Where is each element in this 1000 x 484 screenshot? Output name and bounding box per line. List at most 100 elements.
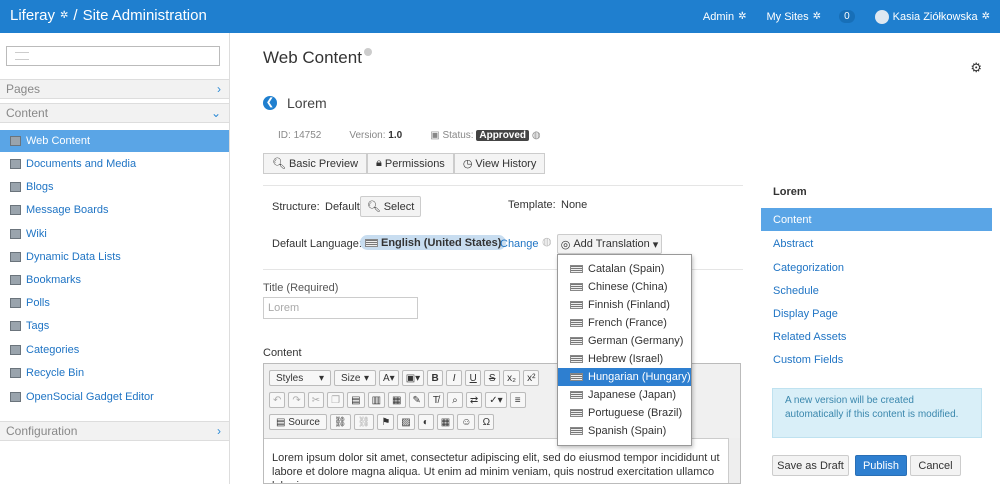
- my-sites-menu-icon[interactable]: ✲: [813, 11, 821, 22]
- underline-button[interactable]: U: [465, 370, 482, 386]
- smiley-icon[interactable]: ☺: [457, 414, 476, 430]
- sidebar-item-bookmarks[interactable]: Bookmarks: [0, 269, 229, 291]
- sidebar-item-blogs[interactable]: Blogs: [0, 176, 229, 198]
- redo-icon[interactable]: ↷: [288, 392, 305, 408]
- anchor-flag-icon[interactable]: ⚑: [377, 414, 395, 430]
- select-structure-button[interactable]: 🔍︎ Select: [360, 196, 421, 217]
- image-icon[interactable]: ▨: [397, 414, 415, 430]
- sidebar-section-content[interactable]: Content ⌄: [0, 103, 229, 123]
- my-sites-label[interactable]: My Sites: [766, 11, 808, 23]
- admin-menu-icon[interactable]: ✲: [738, 11, 746, 22]
- nav-item-abstract[interactable]: Abstract: [761, 232, 992, 255]
- title-input[interactable]: Lorem: [263, 297, 418, 319]
- sidebar-item-wiki[interactable]: Wiki: [0, 223, 229, 245]
- cut-icon[interactable]: ✂: [307, 392, 325, 408]
- source-button[interactable]: ▤ Source: [269, 414, 327, 430]
- admin-label[interactable]: Admin: [703, 11, 734, 23]
- translation-option-french[interactable]: French (France): [558, 314, 691, 332]
- sidebar-search-input[interactable]: [6, 46, 220, 66]
- translation-option-chinese[interactable]: Chinese (China): [558, 278, 691, 296]
- replace-icon[interactable]: ⇄: [465, 392, 483, 408]
- paste-text-icon[interactable]: ▥: [367, 392, 386, 408]
- strikethrough-button[interactable]: S: [484, 370, 501, 386]
- cancel-button[interactable]: Cancel: [910, 455, 961, 476]
- superscript-button[interactable]: x²: [523, 370, 540, 386]
- special-char-icon[interactable]: Ω: [478, 414, 495, 430]
- brand-name[interactable]: Liferay: [10, 7, 55, 24]
- translation-option-portuguese[interactable]: Portuguese (Brazil): [558, 404, 691, 422]
- nav-item-categorization[interactable]: Categorization: [761, 256, 992, 279]
- permissions-button[interactable]: 🔒︎ Permissions: [367, 153, 454, 174]
- editor-text-line[interactable]: labore et dolore magna aliqua. Ut enim a…: [272, 465, 722, 483]
- translation-option-finnish[interactable]: Finnish (Finland): [558, 296, 691, 314]
- save-as-draft-button[interactable]: Save as Draft: [772, 455, 849, 476]
- copy-icon[interactable]: ❐: [327, 392, 345, 408]
- nav-item-custom-fields[interactable]: Custom Fields: [761, 348, 992, 371]
- sidebar-item-polls[interactable]: Polls: [0, 292, 229, 314]
- nav-item-label: Display Page: [773, 307, 838, 320]
- sidebar-item-documents-and-media[interactable]: Documents and Media: [0, 153, 229, 175]
- paste-icon[interactable]: ▤: [347, 392, 365, 408]
- bold-button[interactable]: B: [427, 370, 444, 386]
- avatar[interactable]: [874, 9, 889, 24]
- translation-option-german[interactable]: German (Germany): [558, 332, 691, 350]
- status-help-icon[interactable]: ◍: [532, 130, 541, 141]
- help-icon[interactable]: [363, 48, 372, 56]
- undo-icon[interactable]: ↶: [269, 392, 286, 408]
- link-icon[interactable]: ⛓: [329, 414, 351, 430]
- align-icon[interactable]: ≡: [509, 392, 526, 408]
- language-help-icon[interactable]: ◍: [542, 235, 552, 248]
- italic-button[interactable]: I: [446, 370, 463, 386]
- brand-menu-icon[interactable]: ✲: [60, 10, 68, 21]
- background-color-button[interactable]: ▣▾: [401, 370, 425, 386]
- sidebar-section-configuration[interactable]: Configuration ›: [0, 421, 229, 441]
- flash-icon[interactable]: ◐: [417, 414, 434, 430]
- nav-item-display-page[interactable]: Display Page: [761, 302, 992, 325]
- nav-item-related-assets[interactable]: Related Assets: [761, 325, 992, 348]
- admin-menu[interactable]: Admin ✲: [703, 11, 747, 23]
- spellcheck-icon[interactable]: ✓▾: [485, 392, 507, 408]
- sidebar-item-message-boards[interactable]: Message Boards: [0, 199, 229, 221]
- user-name[interactable]: Kasia Ziółkowska: [893, 11, 978, 23]
- basic-preview-button[interactable]: 🔍︎ Basic Preview: [263, 153, 368, 174]
- size-dropdown[interactable]: Size ▾: [334, 370, 376, 386]
- find-icon[interactable]: ⌕: [446, 392, 463, 408]
- user-menu-icon[interactable]: ✲: [982, 11, 990, 22]
- table-icon[interactable]: ▦: [436, 414, 455, 430]
- sidebar-item-web-content[interactable]: Web Content: [0, 130, 229, 152]
- sidebar-item-tags[interactable]: Tags: [0, 315, 229, 337]
- translation-option-japanese[interactable]: Japanese (Japan): [558, 386, 691, 404]
- translation-option-catalan[interactable]: Catalan (Spain): [558, 260, 691, 278]
- nav-item-content[interactable]: Content: [761, 208, 992, 231]
- title-value[interactable]: Lorem: [268, 302, 299, 314]
- editor-text-line[interactable]: Lorem ipsum dolor sit amet, consectetur …: [272, 451, 722, 465]
- translation-option-hebrew[interactable]: Hebrew (Israel): [558, 350, 691, 368]
- change-language-link[interactable]: Change: [500, 238, 539, 250]
- site-administration-title[interactable]: Site Administration: [83, 7, 207, 24]
- brand[interactable]: Liferay ✲ / Site Administration: [10, 7, 207, 24]
- styles-dropdown[interactable]: Styles ▾: [269, 370, 331, 386]
- nav-item-schedule[interactable]: Schedule: [761, 279, 992, 302]
- editor-scrollbar[interactable]: [728, 438, 740, 483]
- notification-count[interactable]: 0: [839, 10, 855, 23]
- translation-option-hungarian[interactable]: Hungarian (Hungary): [558, 368, 691, 386]
- sidebar-section-pages[interactable]: Pages ›: [0, 79, 229, 99]
- text-color-button[interactable]: A▾: [379, 370, 399, 386]
- back-arrow-icon[interactable]: ❮: [263, 96, 277, 110]
- format-brush-icon[interactable]: ✎: [408, 392, 425, 408]
- my-sites-menu[interactable]: My Sites ✲: [766, 11, 821, 23]
- translation-option-spanish[interactable]: Spanish (Spain): [558, 422, 691, 440]
- options-gear-icon[interactable]: ⚙: [970, 60, 982, 76]
- subscript-button[interactable]: x₂: [503, 370, 521, 386]
- add-translation-button[interactable]: ◎ Add Translation ▾: [557, 234, 662, 254]
- sidebar-item-categories[interactable]: Categories: [0, 339, 229, 361]
- paste-word-icon[interactable]: ▦: [388, 392, 406, 408]
- sidebar-item-recycle-bin[interactable]: Recycle Bin: [0, 362, 229, 384]
- remove-format-icon[interactable]: T̸: [427, 392, 444, 408]
- publish-button[interactable]: Publish: [855, 455, 907, 476]
- sidebar-item-opensocial-gadget-editor[interactable]: OpenSocial Gadget Editor: [0, 386, 229, 408]
- view-history-button[interactable]: ◷ View History: [453, 153, 546, 174]
- unlink-icon[interactable]: ⛓: [353, 414, 375, 430]
- sidebar-item-dynamic-data-lists[interactable]: Dynamic Data Lists: [0, 246, 229, 268]
- user-menu[interactable]: Kasia Ziółkowska ✲: [874, 9, 990, 24]
